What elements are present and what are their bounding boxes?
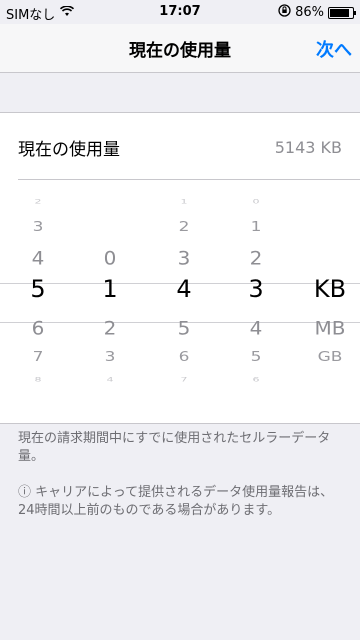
- picker-option[interactable]: MB: [300, 317, 360, 340]
- picker-selected-value[interactable]: KB: [300, 275, 360, 303]
- battery-icon: [328, 6, 356, 19]
- picker-option[interactable]: 5: [154, 317, 214, 340]
- picker-selected-value[interactable]: 5: [8, 275, 68, 303]
- picker-option[interactable]: 3: [80, 349, 140, 365]
- battery-level: [330, 8, 349, 17]
- picker-option[interactable]: 0: [80, 247, 140, 270]
- status-right: 86%: [278, 4, 356, 21]
- picker-option[interactable]: 7: [8, 349, 68, 365]
- picker-option[interactable]: 1: [154, 198, 214, 205]
- picker-option[interactable]: 6: [154, 349, 214, 365]
- picker-option[interactable]: 4: [80, 376, 140, 383]
- usage-value: 5143 KB: [274, 137, 342, 157]
- picker-selected-value[interactable]: 1: [80, 275, 140, 303]
- picker-option[interactable]: 0: [226, 198, 286, 205]
- picker-option[interactable]: 1: [226, 219, 286, 235]
- page-title: 現在の使用量: [129, 40, 231, 61]
- picker-option[interactable]: 3: [154, 247, 214, 270]
- battery-percent: 86%: [295, 5, 324, 20]
- usage-label: 現在の使用量: [18, 139, 120, 160]
- picker-option[interactable]: 5: [226, 349, 286, 365]
- picker-option[interactable]: 8: [8, 376, 68, 383]
- divider: [18, 179, 360, 180]
- picker-selected-value[interactable]: 3: [226, 275, 286, 303]
- footer-note-usage: 現在の請求期間中にすでに使用されたセルラーデータ量。: [18, 431, 331, 464]
- footer-note-carrier: ⓘ キャリアによって提供されるデータ使用量報告は、24時間以上前のものである場合…: [18, 485, 334, 518]
- picker-option[interactable]: 2: [8, 198, 68, 205]
- usage-row: 現在の使用量 5143 KB: [18, 127, 342, 167]
- picker-option[interactable]: 2: [226, 247, 286, 270]
- picker-option[interactable]: 2: [154, 219, 214, 235]
- usage-card: 現在の使用量 5143 KB 2345678012341234567012345…: [0, 112, 360, 424]
- orientation-lock-icon: [278, 4, 291, 21]
- picker-option[interactable]: 3: [8, 219, 68, 235]
- picker-option[interactable]: 7: [154, 376, 214, 383]
- navigation-bar: 現在の使用量 次へ: [0, 24, 360, 73]
- picker-option[interactable]: 2: [80, 317, 140, 340]
- picker-option[interactable]: 4: [226, 317, 286, 340]
- picker-option[interactable]: GB: [300, 349, 360, 365]
- usage-picker[interactable]: 2 3 4 5 6 7 8 0 1 2 3 4 1 2 3 4 5 6 7 0 1 2 3 4 5 6 KB MB GB: [0, 198, 360, 401]
- picker-option[interactable]: 6: [226, 376, 286, 383]
- picker-selected-value[interactable]: 4: [154, 275, 214, 303]
- picker-option[interactable]: 4: [8, 247, 68, 270]
- picker-option[interactable]: 6: [8, 317, 68, 340]
- next-button[interactable]: 次へ: [316, 36, 352, 62]
- status-bar: SIMなし 17:07 86%: [0, 0, 360, 24]
